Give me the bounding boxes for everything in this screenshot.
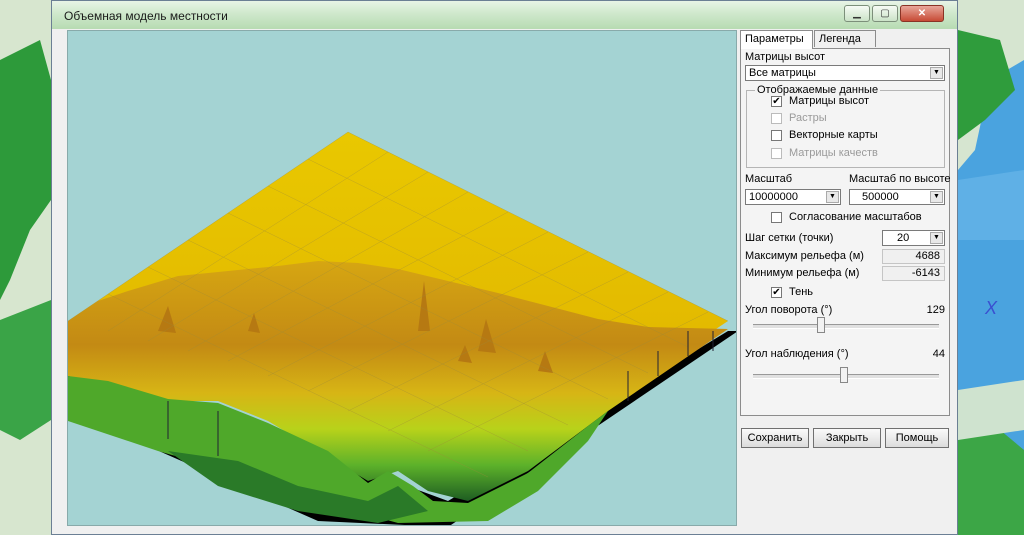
terrain-model-window: Объемная модель местности ▁ ▢ ✕ Параметр…: [51, 0, 958, 535]
checkbox-quality-matrices-label: Матрицы качеств: [789, 147, 878, 159]
matrices-select-value: Все матрицы: [749, 67, 816, 79]
rotation-slider[interactable]: [753, 315, 939, 339]
close-icon: ✕: [917, 8, 927, 19]
save-button[interactable]: Сохранить: [741, 428, 809, 448]
relief-min-label: Минимум рельефа (м): [745, 267, 860, 279]
rotation-slider-thumb[interactable]: [817, 317, 825, 333]
scale-select[interactable]: 10000000 ▼: [745, 189, 841, 205]
rotation-slider-track: [753, 324, 939, 329]
checkbox-vector-maps[interactable]: [771, 130, 782, 141]
relief-max-label: Максимум рельефа (м): [745, 250, 864, 262]
relief-max-value: 4688: [882, 249, 945, 264]
grid-step-select[interactable]: 20 ▼: [882, 230, 945, 246]
scale-select-value: 10000000: [749, 191, 798, 203]
close-window-button[interactable]: ✕: [900, 5, 944, 22]
observation-slider-thumb[interactable]: [840, 367, 848, 383]
chevron-down-icon: ▼: [930, 191, 943, 203]
terrain-3d-viewport[interactable]: [67, 30, 737, 526]
grid-step-select-value: 20: [897, 232, 910, 244]
tab-legend-label: Легенда: [819, 33, 861, 45]
tab-parameters-label: Параметры: [745, 33, 804, 45]
matrices-label: Матрицы высот: [745, 51, 826, 63]
relief-min-value: -6143: [882, 266, 945, 281]
checkbox-scale-sync-label: Согласование масштабов: [789, 211, 922, 223]
checkbox-shadow-label: Тень: [789, 286, 814, 298]
checkbox-scale-sync[interactable]: [771, 212, 782, 223]
matrices-select[interactable]: Все матрицы ▼: [745, 65, 945, 81]
terrain-render: [68, 131, 736, 525]
checkbox-quality-matrices: [771, 148, 782, 159]
observation-label: Угол наблюдения (°): [745, 348, 849, 360]
checkbox-rasters: [771, 113, 782, 124]
tab-legend[interactable]: Легенда: [814, 30, 876, 47]
chevron-down-icon: ▼: [930, 67, 943, 79]
parameters-tab-body: Матрицы высот Все матрицы ▼ Отображаемые…: [740, 48, 951, 416]
observation-value: 44: [932, 348, 945, 360]
chevron-down-icon: ▼: [826, 191, 839, 203]
maximize-button[interactable]: ▢: [872, 5, 898, 22]
checkbox-shadow[interactable]: ✔: [771, 287, 782, 298]
height-scale-select-value: 500000: [862, 191, 899, 203]
observation-slider[interactable]: [753, 365, 939, 389]
maximize-icon: ▢: [880, 8, 890, 19]
grid-step-label: Шаг сетки (точки): [745, 232, 834, 244]
chevron-down-icon: ▼: [930, 232, 943, 244]
checkbox-rasters-label: Растры: [789, 112, 827, 124]
checkbox-height-matrices[interactable]: ✔: [771, 96, 782, 107]
height-scale-label: Масштаб по высоте: [849, 173, 951, 185]
map-marker: X: [984, 298, 998, 318]
title-bar[interactable]: Объемная модель местности ▁ ▢ ✕: [52, 1, 957, 29]
tab-parameters[interactable]: Параметры: [740, 30, 813, 49]
minimize-button[interactable]: ▁: [844, 5, 870, 22]
settings-panel: Параметры Легенда Матрицы высот Все матр…: [740, 30, 952, 531]
help-button[interactable]: Помощь: [885, 428, 949, 448]
checkbox-vector-maps-label: Векторные карты: [789, 129, 878, 141]
minimize-icon: ▁: [853, 8, 861, 19]
scale-label: Масштаб: [745, 173, 793, 185]
window-title: Объемная модель местности: [64, 9, 228, 23]
checkbox-height-matrices-label: Матрицы высот: [789, 95, 870, 107]
height-scale-select[interactable]: 500000 ▼: [849, 189, 945, 205]
close-button[interactable]: Закрыть: [813, 428, 881, 448]
